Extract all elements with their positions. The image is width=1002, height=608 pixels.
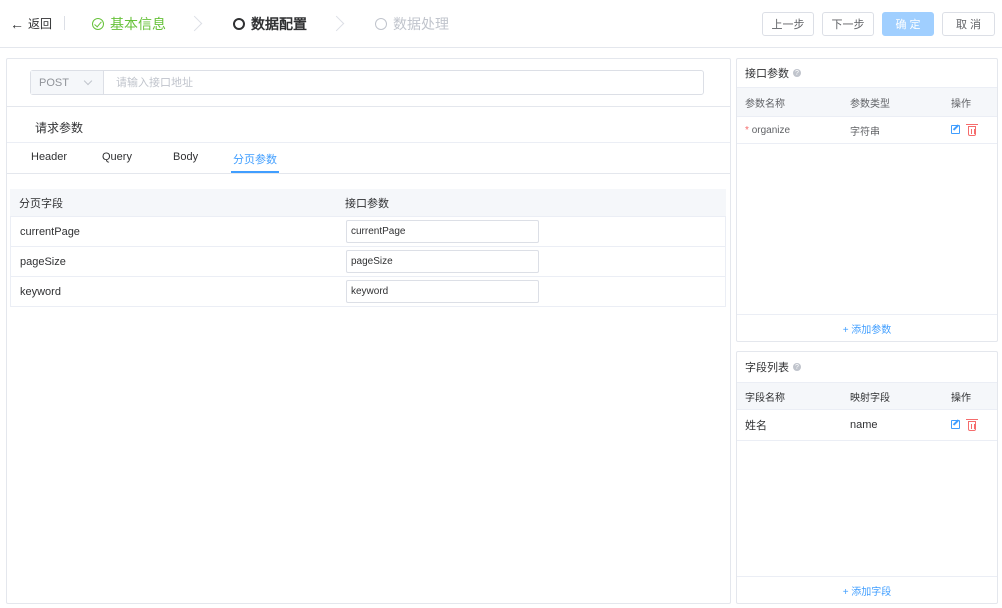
field-name: 姓名 [745, 420, 767, 432]
column-header: 参数类型 [850, 98, 890, 110]
step-label: 数据处理 [393, 16, 449, 32]
table-row: keyword [10, 277, 726, 307]
paging-field: currentPage [20, 225, 80, 238]
tab-query[interactable]: Query [102, 151, 132, 173]
step-data-processing[interactable]: 数据处理 [375, 14, 449, 34]
delete-icon[interactable] [966, 123, 978, 136]
param-name-text: organize [751, 124, 791, 136]
column-header: 分页字段 [19, 197, 63, 210]
step-label: 数据配置 [251, 16, 307, 32]
arrow-left-icon: ← [10, 15, 24, 32]
panel-title: 接口参数 ? [737, 59, 997, 87]
add-field-button[interactable]: + 添加字段 [737, 576, 997, 603]
circle-icon [233, 18, 245, 30]
column-header: 参数名称 [745, 98, 785, 110]
api-params-panel: 接口参数 ? 参数名称 参数类型 操作 * organize 字符串 + 添加参… [736, 58, 998, 342]
check-circle-icon [92, 18, 104, 30]
next-step-button[interactable]: 下一步 [822, 12, 874, 36]
column-header: 字段名称 [745, 392, 785, 404]
param-input[interactable] [346, 250, 539, 273]
param-tabs: Header Query Body 分页参数 [7, 151, 730, 174]
row-actions [945, 418, 997, 431]
circle-icon [375, 18, 387, 30]
paging-field: keyword [20, 285, 61, 298]
tab-body[interactable]: Body [173, 151, 198, 173]
table-header: 参数名称 参数类型 操作 [737, 87, 997, 117]
chevron-right-icon [189, 14, 201, 32]
param-type: 字符串 [850, 126, 880, 138]
row-actions [945, 123, 997, 136]
field-mapping: name [850, 419, 878, 431]
column-header: 操作 [951, 392, 971, 404]
paging-field: pageSize [20, 255, 66, 268]
section-title: 请求参数 [35, 121, 84, 135]
step-basic-info[interactable]: 基本信息 [92, 14, 166, 34]
step-data-config[interactable]: 数据配置 [233, 14, 307, 34]
back-button[interactable]: ← 返回 [10, 15, 52, 32]
param-input[interactable] [346, 220, 539, 243]
divider [7, 106, 730, 107]
method-select[interactable]: POST [31, 71, 104, 94]
help-icon[interactable]: ? [793, 69, 801, 77]
step-label: 基本信息 [110, 16, 166, 32]
chevron-down-icon [83, 76, 93, 85]
table-row: 姓名 name [737, 410, 997, 441]
url-input[interactable] [104, 71, 703, 94]
column-header: 操作 [951, 98, 971, 110]
table-row: pageSize [10, 247, 726, 277]
table-row: currentPage [10, 217, 726, 247]
delete-icon[interactable] [966, 418, 978, 431]
tab-paging-params[interactable]: 分页参数 [231, 151, 279, 173]
method-value: POST [39, 76, 69, 89]
panel-title: 字段列表 ? [737, 352, 997, 382]
prev-step-button[interactable]: 上一步 [762, 12, 814, 36]
field-list-panel: 字段列表 ? 字段名称 映射字段 操作 姓名 name + 添加字段 [736, 351, 998, 604]
required-mark: * [745, 124, 749, 136]
divider [64, 16, 65, 30]
param-name: * organize [737, 125, 850, 136]
paging-table: 分页字段 接口参数 currentPage pageSize keyword [10, 189, 726, 307]
edit-icon[interactable] [951, 124, 960, 134]
chevron-right-icon [331, 14, 343, 32]
divider [7, 142, 730, 143]
back-label: 返回 [28, 17, 53, 31]
column-header: 映射字段 [850, 392, 890, 404]
request-config-panel: POST 请求参数 Header Query Body 分页参数 分页字段 接口… [6, 58, 731, 604]
add-param-button[interactable]: + 添加参数 [737, 314, 997, 341]
param-input[interactable] [346, 280, 539, 303]
top-bar: ← 返回 基本信息 数据配置 数据处理 上一步 下一步 确 定 取 消 [0, 0, 1002, 48]
edit-icon[interactable] [951, 419, 960, 429]
panel-title-text: 字段列表 [745, 362, 789, 374]
confirm-button[interactable]: 确 定 [882, 12, 934, 36]
table-header: 分页字段 接口参数 [10, 189, 726, 217]
tab-header[interactable]: Header [31, 151, 67, 173]
table-header: 字段名称 映射字段 操作 [737, 382, 997, 410]
cancel-button[interactable]: 取 消 [942, 12, 995, 36]
column-header: 接口参数 [345, 197, 389, 210]
help-icon[interactable]: ? [793, 363, 801, 371]
url-input-group: POST [30, 70, 704, 95]
table-row: * organize 字符串 [737, 117, 997, 144]
panel-title-text: 接口参数 [745, 68, 789, 80]
